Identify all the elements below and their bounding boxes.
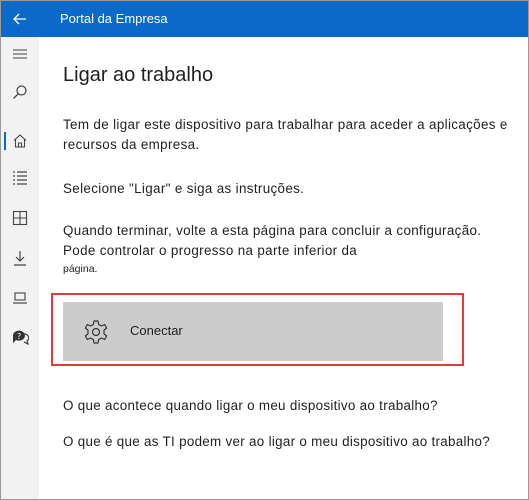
back-button[interactable] bbox=[1, 1, 39, 37]
main-content: Ligar ao trabalho Tem de ligar este disp… bbox=[39, 37, 528, 499]
sidebar-item-help[interactable]: ? bbox=[1, 322, 39, 352]
app-title: Portal da Empresa bbox=[60, 11, 168, 26]
connect-button[interactable]: Conectar bbox=[63, 302, 443, 361]
svg-text:?: ? bbox=[17, 332, 21, 341]
back-arrow-icon bbox=[13, 13, 26, 25]
gear-icon bbox=[84, 320, 108, 344]
download-icon bbox=[14, 251, 26, 266]
home-icon bbox=[13, 134, 27, 148]
search-button[interactable] bbox=[1, 77, 39, 107]
app-window: Portal da Empresa ? Ligar ao trabalho Te… bbox=[0, 0, 529, 500]
link-what-it-can-see[interactable]: O que é que as TI podem ver ao ligar o m… bbox=[63, 434, 490, 449]
finish-text-line1: Quando terminar, volte a esta página par… bbox=[63, 223, 482, 238]
page-title: Ligar ao trabalho bbox=[63, 64, 214, 86]
categories-icon bbox=[12, 210, 28, 226]
apps-list-icon bbox=[13, 171, 27, 185]
instruction-text: Selecione "Ligar" e siga as instruções. bbox=[63, 181, 305, 196]
intro-text: Tem de ligar este dispositivo para traba… bbox=[63, 117, 508, 152]
finish-text-line2: Pode controlar o progresso na parte infe… bbox=[63, 243, 358, 258]
finish-text-small: página. bbox=[63, 263, 98, 275]
sidebar-item-downloads[interactable] bbox=[1, 243, 39, 273]
menu-icon bbox=[13, 49, 27, 59]
sidebar-item-categories[interactable] bbox=[1, 203, 39, 233]
help-support-icon: ? bbox=[13, 330, 29, 345]
menu-button[interactable] bbox=[1, 39, 39, 69]
sidebar-item-home[interactable] bbox=[1, 126, 39, 156]
connect-button-label: Conectar bbox=[130, 323, 183, 338]
sidebar-item-devices[interactable] bbox=[1, 283, 39, 313]
link-what-happens[interactable]: O que acontece quando ligar o meu dispos… bbox=[63, 398, 438, 413]
search-icon bbox=[13, 85, 27, 99]
devices-icon bbox=[13, 292, 27, 304]
sidebar-item-apps[interactable] bbox=[1, 163, 39, 193]
title-bar: Portal da Empresa bbox=[1, 1, 528, 37]
sidebar: ? bbox=[1, 37, 39, 499]
